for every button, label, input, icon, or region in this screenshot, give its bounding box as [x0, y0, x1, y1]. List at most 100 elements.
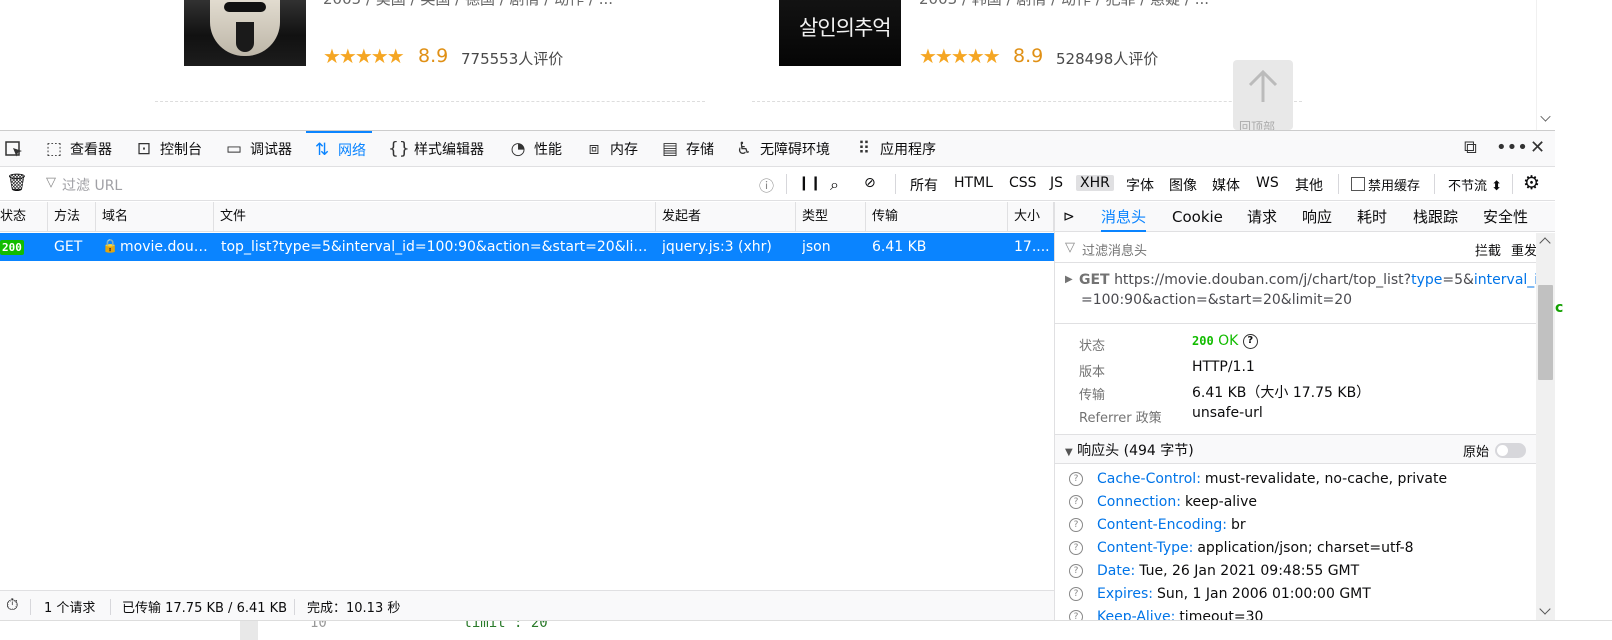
settings-gear-icon[interactable]: ⚙ — [1523, 172, 1540, 194]
movie-meta: 2005 / 美国 / 英国 / 德国 / 剧情 / 动作 / ... — [323, 0, 613, 9]
movie-poster[interactable]: 살인의추억 — [779, 0, 901, 66]
column-status[interactable]: 状态 — [0, 202, 48, 232]
request-domain: movie.doub... — [120, 239, 212, 255]
tab-security[interactable]: 安全性 — [1483, 202, 1528, 232]
movie-item: 2005 / 美国 / 英国 / 德国 / 剧情 / 动作 / ... ★★★★… — [184, 0, 704, 104]
column-method[interactable]: 方法 — [48, 202, 96, 232]
tab-debugger[interactable]: ▭ 调试器 — [224, 131, 292, 167]
tab-label: 样式编辑器 — [414, 142, 484, 158]
request-initiator[interactable]: jquery.js:3 (xhr) — [662, 233, 794, 261]
tab-timings[interactable]: 耗时 — [1357, 202, 1387, 232]
detail-status: 200 OK ? — [1192, 333, 1258, 349]
filter-type-all[interactable]: 所有 — [910, 175, 938, 195]
sidebar-toggle-icon[interactable]: ⊳ — [1063, 202, 1075, 232]
movie-item: 살인의추억 2003 / 韩国 / 剧情 / 动作 / 犯罪 / 悬疑 / ..… — [779, 0, 1299, 104]
tab-headers[interactable]: 消息头 — [1101, 202, 1147, 232]
filter-type-html[interactable]: HTML — [954, 175, 993, 191]
tab-memory[interactable]: ⧈ 内存 — [584, 131, 638, 167]
element-picker-button[interactable] — [4, 131, 24, 167]
column-transferred[interactable]: 传输 — [866, 202, 1008, 232]
help-icon[interactable]: ? — [1069, 472, 1083, 486]
tab-accessibility[interactable]: ♿ 无障碍环境 — [734, 131, 830, 167]
pause-icon[interactable]: ❙❙ — [798, 175, 821, 191]
picker-icon — [5, 141, 22, 157]
code-fragment: 'limit':'20' — [455, 620, 557, 631]
separator — [786, 174, 787, 194]
tab-network[interactable]: ⇅ 网络 — [306, 131, 372, 167]
separator — [895, 174, 896, 194]
page-fragment: c — [1555, 300, 1564, 316]
memory-icon: ⧈ — [588, 139, 600, 159]
response-headers-section[interactable]: ▼ 响应头 (494 字节) 原始 — [1055, 435, 1536, 464]
filter-type-js[interactable]: JS — [1050, 175, 1063, 191]
url-filter-input[interactable]: 过滤 URL — [62, 175, 122, 195]
help-icon[interactable]: ? — [1069, 518, 1083, 532]
sidebar-scrollbar[interactable] — [1536, 233, 1555, 621]
filter-type-ws[interactable]: WS — [1256, 175, 1279, 191]
request-url-summary[interactable]: ▶ GET https://movie.douban.com/j/chart/t… — [1055, 264, 1547, 324]
tab-style-editor[interactable]: {} 样式编辑器 — [388, 131, 484, 167]
throttle-select[interactable]: 不节流 ⬍ — [1448, 175, 1502, 194]
tab-stack-trace[interactable]: 栈跟踪 — [1413, 202, 1458, 232]
rating-score: 8.9 — [1013, 45, 1044, 67]
filter-icon: ▽ — [1065, 240, 1075, 255]
performance-icon: ◔ — [510, 139, 526, 159]
block-icon[interactable]: ⊘ — [864, 175, 876, 191]
scroll-down-icon[interactable] — [1539, 603, 1551, 615]
tab-storage[interactable]: ▤ 存储 — [660, 131, 714, 167]
storage-icon: ▤ — [661, 139, 679, 159]
request-size: 17.... — [1014, 239, 1050, 255]
column-file[interactable]: 文件 — [214, 202, 656, 232]
filter-type-other[interactable]: 其他 — [1295, 175, 1323, 195]
disable-cache-checkbox[interactable] — [1351, 177, 1365, 191]
tab-performance[interactable]: ◔ 性能 — [508, 131, 562, 167]
expand-arrow-icon[interactable]: ▶ — [1065, 274, 1073, 285]
filter-type-fonts[interactable]: 字体 — [1126, 175, 1154, 195]
trash-icon[interactable]: 🗑 — [6, 173, 28, 193]
filter-type-xhr[interactable]: XHR — [1076, 175, 1114, 191]
column-type[interactable]: 类型 — [796, 202, 866, 232]
detail-label: 版本 — [1079, 365, 1106, 380]
inspector-icon: ⬚ — [45, 139, 63, 159]
close-icon[interactable]: ✕ — [1530, 137, 1545, 158]
filter-type-media[interactable]: 媒体 — [1212, 175, 1240, 195]
back-to-top-button[interactable]: 回顶部 — [1233, 60, 1293, 130]
column-size[interactable]: 大小 — [1008, 202, 1054, 232]
details-tabs: ⊳ 消息头 Cookie 请求 响应 耗时 栈跟踪 安全性 — [1055, 202, 1555, 232]
stopwatch-icon[interactable]: ⏱ — [6, 595, 18, 615]
tab-console[interactable]: ⊡ 控制台 — [134, 131, 202, 167]
arrow-up-icon — [1248, 70, 1278, 102]
separator — [110, 599, 111, 615]
tab-cookies[interactable]: Cookie — [1172, 202, 1223, 232]
filter-type-css[interactable]: CSS — [1009, 175, 1037, 191]
help-icon[interactable]: ? — [1069, 541, 1083, 555]
page-scrollbar[interactable] — [1536, 0, 1554, 130]
finish-time: 完成：10.13 秒 — [307, 601, 401, 616]
separator — [1512, 174, 1513, 194]
headers-filter-input[interactable]: 过滤消息头 — [1082, 240, 1147, 259]
tab-label: 控制台 — [160, 142, 202, 158]
help-icon[interactable]: ? — [1069, 587, 1083, 601]
help-icon[interactable]: ? — [1069, 564, 1083, 578]
tab-response[interactable]: 响应 — [1302, 202, 1332, 232]
scroll-down-icon[interactable] — [1540, 111, 1551, 122]
column-initiator[interactable]: 发起者 — [656, 202, 796, 232]
search-icon[interactable]: ⌕ — [830, 175, 839, 195]
help-icon[interactable]: ? — [1069, 495, 1083, 509]
tab-inspector[interactable]: ⬚ 查看器 — [44, 131, 112, 167]
more-options-icon[interactable]: ••• — [1496, 137, 1528, 158]
scrollbar-thumb[interactable] — [1538, 285, 1553, 380]
column-domain[interactable]: 域名 — [96, 202, 214, 232]
movie-poster[interactable] — [184, 0, 306, 66]
table-row[interactable]: 200 GET 🔒 movie.doub... top_list?type=5&… — [0, 233, 1054, 261]
scroll-up-icon[interactable] — [1539, 237, 1551, 249]
help-icon[interactable]: ? — [1242, 333, 1258, 349]
raw-toggle[interactable] — [1495, 443, 1526, 458]
console-icon: ⊡ — [136, 139, 152, 159]
tab-request[interactable]: 请求 — [1247, 202, 1277, 232]
dock-toggle-icon[interactable]: ⧉ — [1464, 137, 1477, 158]
block-button[interactable]: 拦截 — [1475, 240, 1501, 259]
tab-application[interactable]: ⠿ 应用程序 — [854, 131, 936, 167]
filter-type-images[interactable]: 图像 — [1169, 175, 1197, 195]
help-icon[interactable]: ⓘ — [759, 175, 774, 196]
